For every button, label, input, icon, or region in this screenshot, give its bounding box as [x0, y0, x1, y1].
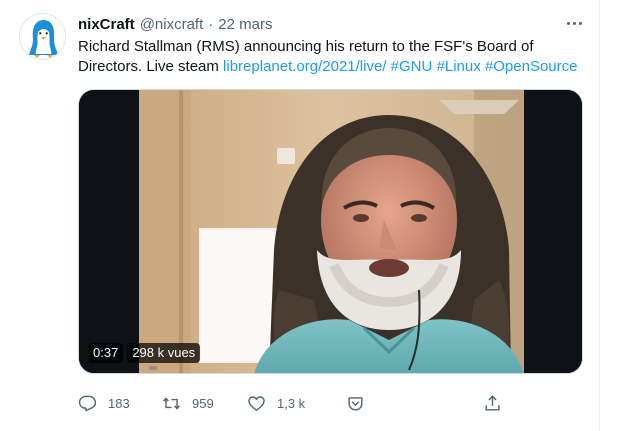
tweet-header: nixCraft @nixcraft · 22 mars [78, 14, 272, 34]
display-name[interactable]: nixCraft [78, 16, 135, 33]
user-handle[interactable]: @nixcraft [140, 16, 204, 33]
retweet-icon [163, 396, 180, 410]
hashtag-opensource[interactable]: #OpenSource [485, 58, 578, 75]
hashtag-gnu[interactable]: #GNU [391, 58, 433, 75]
tweet-date[interactable]: 22 mars [218, 16, 272, 33]
retweet-count: 959 [192, 395, 214, 411]
tip-button[interactable] [346, 390, 365, 416]
header-separator: · [208, 15, 214, 33]
like-button[interactable]: 1,3 k [247, 390, 305, 416]
video-info: 0:37 298 k vues [88, 342, 201, 364]
hashtag-linux[interactable]: #Linux [437, 58, 481, 75]
reply-icon [78, 395, 97, 411]
heart-icon [248, 395, 265, 411]
column-divider [599, 0, 600, 431]
video-player[interactable] [78, 89, 583, 374]
more-icon[interactable] [561, 12, 587, 34]
share-icon [485, 394, 500, 411]
tweet[interactable]: nixCraft @nixcraft · 22 mars Richard Sta… [0, 0, 599, 431]
reply-count: 183 [108, 395, 130, 411]
share-button[interactable] [483, 390, 502, 416]
video-time: 0:37 [88, 343, 124, 363]
video-views: 298 k vues [127, 343, 201, 363]
penguin-logo-icon [20, 14, 65, 59]
live-link[interactable]: libreplanet.org/2021/live/ [223, 58, 386, 75]
reply-button[interactable]: 183 [78, 390, 130, 416]
retweet-button[interactable]: 959 [162, 390, 214, 416]
video-frame [79, 90, 582, 373]
avatar[interactable] [19, 13, 66, 60]
tip-icon [348, 396, 363, 411]
tweet-actions: 183 959 1,3 k [0, 390, 599, 420]
tweet-text: Richard Stallman (RMS) announcing his re… [78, 37, 583, 77]
like-count: 1,3 k [277, 395, 306, 411]
